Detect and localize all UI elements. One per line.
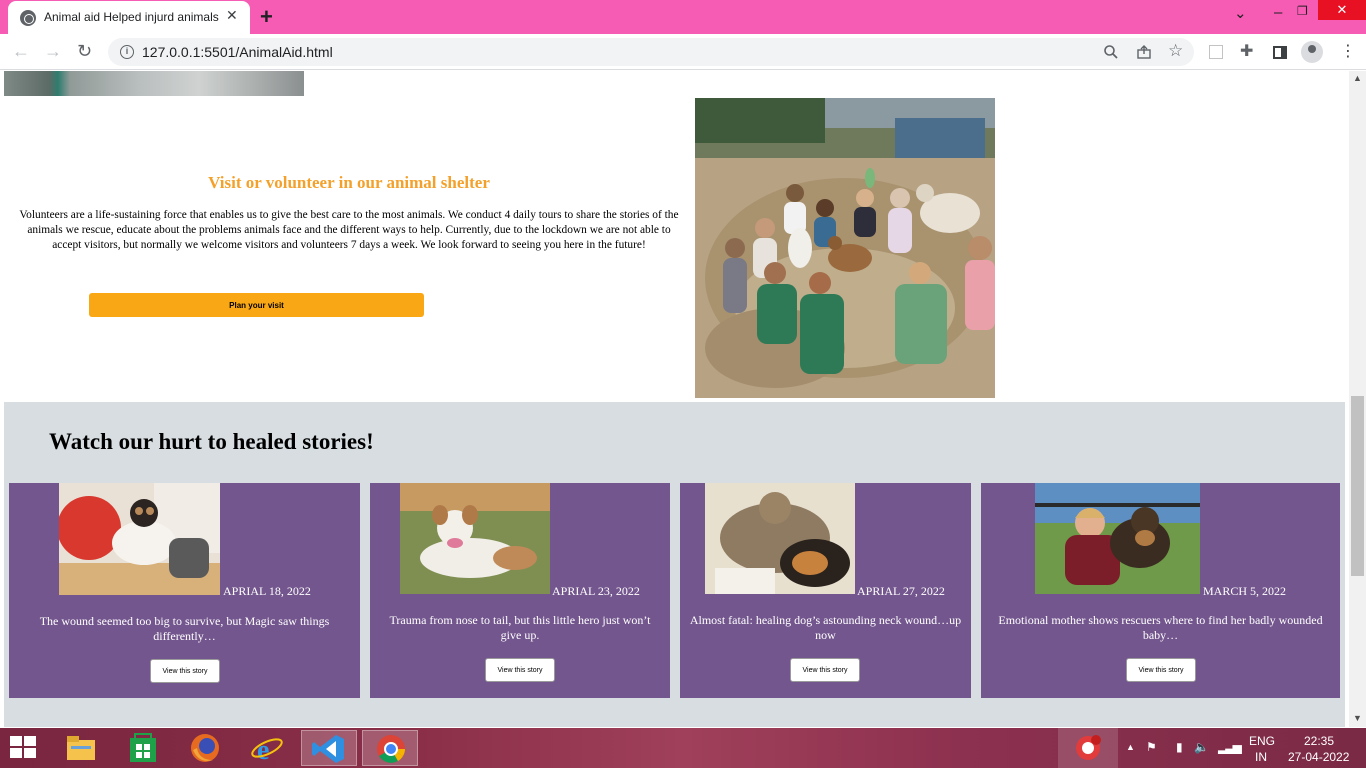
signal-icon[interactable]: ▂▃▅	[1218, 740, 1242, 754]
tab-title: Animal aid Helped injurd animals	[44, 10, 219, 24]
scroll-up-icon[interactable]: ▲	[1353, 73, 1362, 83]
story-text: Emotional mother shows rescuers where to…	[998, 613, 1323, 642]
story-date: MARCH 5, 2022	[1203, 584, 1287, 598]
story-photo	[400, 483, 550, 594]
reload-icon[interactable]: ↻	[77, 41, 92, 62]
stories-title: Watch our hurt to healed stories!	[49, 429, 374, 454]
story-date: APRIAL 23, 2022	[552, 584, 640, 598]
globe-icon	[20, 10, 36, 26]
close-window-button[interactable]: ✕	[1318, 0, 1366, 20]
story-text: The wound seemed too big to survive, but…	[39, 614, 330, 643]
url-text[interactable]: 127.0.0.1:5501/AnimalAid.html	[142, 44, 333, 60]
page-scrollbar[interactable]: ▲ ▼	[1349, 71, 1366, 727]
shelter-volunteers-photo	[695, 98, 995, 398]
story-photo	[705, 483, 855, 594]
battery-icon[interactable]: ▮	[1176, 740, 1183, 754]
network-warning-icon[interactable]: ⚑	[1146, 740, 1157, 754]
menu-icon[interactable]: ⋮	[1340, 41, 1356, 61]
extension-icon[interactable]	[1209, 45, 1223, 59]
story-card: APRIAL 23, 2022 Trauma from nose to tail…	[370, 483, 670, 698]
share-icon[interactable]	[1136, 44, 1152, 60]
stories-section: Watch our hurt to healed stories! APRIAL…	[4, 402, 1345, 727]
story-text: Trauma from nose to tail, but this littl…	[389, 613, 651, 642]
story-text: Almost fatal: healing dog’s astounding n…	[689, 613, 962, 642]
plus-icon[interactable]: +	[260, 4, 273, 30]
ie-icon[interactable]: e	[239, 730, 295, 766]
chevron-down-icon[interactable]: ⌄	[1234, 4, 1247, 22]
story-date: APRIAL 27, 2022	[857, 584, 945, 598]
vscode-icon[interactable]	[301, 730, 357, 766]
tab-strip: Animal aid Helped injurd animals ✕ + ⌄ –…	[0, 0, 1366, 34]
store-icon[interactable]	[115, 730, 171, 766]
visit-title: Visit or volunteer in our animal shelter	[208, 173, 490, 192]
windows-taskbar: e ▲ ⚑ ▮ 🔈 ▂▃▅ ENG IN 22:35 27-04-2022	[0, 728, 1366, 768]
clock-date[interactable]: 27-04-2022	[1288, 750, 1349, 764]
chrome-icon[interactable]	[362, 730, 418, 766]
view-story-button[interactable]: View this story	[150, 659, 220, 683]
side-panel-icon[interactable]	[1273, 46, 1287, 59]
tray-app-icon[interactable]	[1058, 728, 1118, 768]
minimize-icon[interactable]: –	[1274, 4, 1282, 21]
puzzle-icon[interactable]: ✚	[1240, 41, 1253, 61]
view-story-button[interactable]: View this story	[1126, 658, 1196, 682]
restore-icon[interactable]: ❐	[1297, 4, 1308, 18]
scroll-down-icon[interactable]: ▼	[1353, 713, 1362, 723]
top-photo	[4, 71, 304, 96]
windows-icon[interactable]	[10, 736, 38, 760]
volume-icon[interactable]: 🔈	[1194, 740, 1209, 754]
forward-icon[interactable]: →	[44, 41, 62, 62]
visit-description: Volunteers are a life-sustaining force t…	[19, 209, 679, 251]
address-bar[interactable]: i 127.0.0.1:5501/AnimalAid.html ☆	[108, 38, 1194, 66]
page-viewport: Visit or volunteer in our animal shelter…	[0, 71, 1349, 727]
view-story-button[interactable]: View this story	[485, 658, 555, 682]
view-story-button[interactable]: View this story	[790, 658, 860, 682]
language-indicator[interactable]: ENG	[1249, 734, 1275, 748]
profile-icon[interactable]	[1301, 41, 1323, 63]
close-icon[interactable]: ✕	[226, 7, 238, 24]
scroll-thumb[interactable]	[1351, 396, 1364, 576]
story-card: APRIAL 18, 2022 The wound seemed too big…	[9, 483, 360, 698]
story-photo	[59, 483, 220, 595]
story-card: MARCH 5, 2022 Emotional mother shows res…	[981, 483, 1340, 698]
star-icon[interactable]: ☆	[1168, 41, 1183, 61]
back-icon[interactable]: ←	[12, 41, 30, 62]
file-explorer-icon[interactable]	[53, 730, 109, 766]
plan-visit-button[interactable]: Plan your visit	[89, 293, 424, 317]
firefox-icon[interactable]	[177, 730, 233, 766]
svg-text:e: e	[257, 735, 269, 766]
zoom-icon[interactable]	[1103, 44, 1119, 60]
story-card: APRIAL 27, 2022 Almost fatal: healing do…	[680, 483, 971, 698]
chevron-up-icon[interactable]: ▲	[1126, 742, 1135, 752]
tab-animal-aid[interactable]: Animal aid Helped injurd animals ✕	[8, 1, 250, 34]
clock-time[interactable]: 22:35	[1304, 734, 1334, 748]
info-icon[interactable]: i	[120, 45, 134, 59]
region-indicator[interactable]: IN	[1255, 750, 1267, 764]
browser-toolbar: ← → ↻ i 127.0.0.1:5501/AnimalAid.html ☆ …	[0, 34, 1366, 70]
story-photo	[1035, 483, 1200, 594]
story-date: APRIAL 18, 2022	[223, 584, 311, 598]
